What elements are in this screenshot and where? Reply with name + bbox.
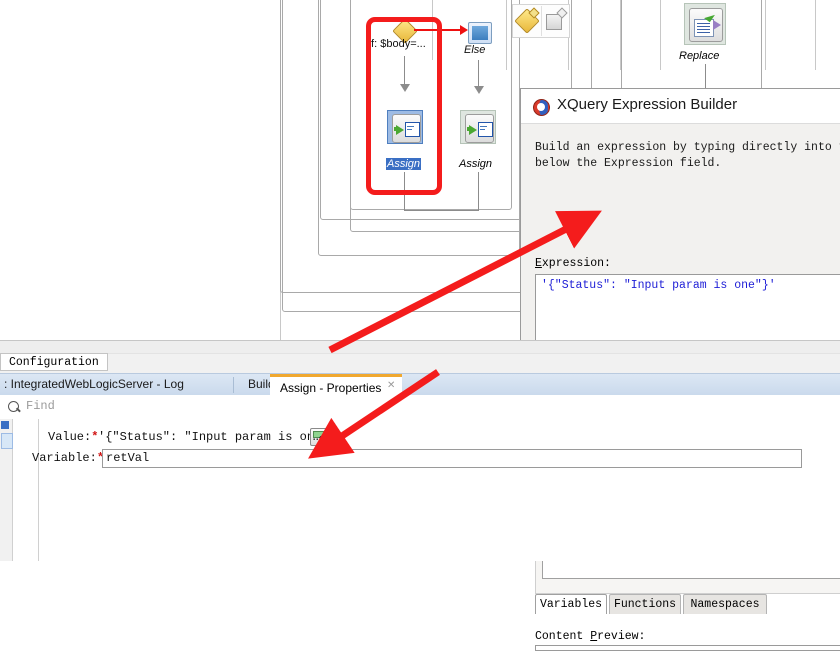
tab-variables[interactable]: Variables — [535, 594, 607, 614]
close-icon[interactable]: ✕ — [387, 381, 396, 391]
assign-activity-other[interactable] — [460, 110, 496, 144]
bottom-dock-panel: Configuration : IntegratedWebLogicServer… — [0, 340, 840, 561]
connector-line — [705, 64, 706, 88]
expression-label: Expression: — [535, 257, 611, 270]
palette-case-button[interactable] — [542, 5, 569, 35]
content-preview-box — [535, 645, 840, 651]
value-label: Value:* — [48, 430, 99, 444]
connector-arrowhead — [474, 86, 484, 94]
dock-tab-assign-properties[interactable]: Assign - Properties ✕ — [270, 374, 402, 396]
tab-configuration[interactable]: Configuration — [0, 353, 108, 371]
replace-activity-node[interactable] — [684, 3, 726, 45]
dock-tab-weblogic-log[interactable]: : IntegratedWebLogicServer - Log — [4, 374, 234, 396]
swimlane-rule — [815, 0, 816, 70]
green-arrow-icon — [469, 125, 477, 135]
palette-switch-button[interactable] — [513, 5, 540, 35]
expression-value: '{"Status": "Input param is one"}' — [541, 279, 776, 292]
value-field-text[interactable]: '{"Status": "Input param is one"}' — [98, 430, 343, 444]
variable-input[interactable]: retVal — [102, 449, 802, 468]
dialog-description-line2: below the Expression field. — [535, 157, 722, 170]
assign-other-label: Assign — [459, 158, 493, 170]
variable-label: Variable:* — [32, 451, 105, 465]
search-input[interactable]: Find — [26, 399, 55, 413]
if-else-arrowhead — [460, 25, 468, 35]
palette-toolbar[interactable] — [512, 4, 570, 38]
dock-tab-label: : IntegratedWebLogicServer - Log — [4, 377, 184, 391]
replace-node-label: Replace — [679, 50, 720, 62]
panel-divider — [38, 419, 39, 561]
target-field-icon — [478, 122, 493, 137]
configuration-strip — [0, 341, 840, 354]
expression-builder-icon[interactable]: ▪▪▪ fx — [310, 428, 327, 446]
tab-separator — [233, 377, 234, 393]
assign-properties-form: Value:* '{"Status": "Input param is one"… — [0, 419, 840, 561]
chevron-down-icon[interactable] — [330, 433, 340, 438]
document-icon — [694, 19, 714, 37]
highlight-rectangle — [366, 17, 442, 195]
tab-functions[interactable]: Functions — [609, 594, 681, 614]
dialog-titlebar: XQuery Expression Builder — [521, 89, 840, 124]
oracle-jdeveloper-icon — [533, 99, 550, 116]
purple-arrow-icon — [713, 20, 721, 30]
content-preview-label: Content Preview: — [535, 630, 646, 643]
fx-separator — [327, 428, 328, 444]
find-toolbar[interactable]: Find — [0, 395, 840, 420]
fx-label: fx — [319, 435, 327, 444]
swimlane-rule — [765, 0, 766, 70]
assign-activity-icon — [465, 114, 494, 143]
rail-marker-icon — [1, 421, 9, 429]
replace-activity-icon — [689, 8, 723, 42]
else-node-label: Else — [464, 44, 486, 56]
dock-tab-bar[interactable]: : IntegratedWebLogicServer - Log Build -… — [0, 373, 840, 396]
dialog-description-line1: Build an expression by typing directly i… — [535, 141, 840, 154]
search-icon — [8, 401, 19, 412]
rail-tab-icon[interactable] — [1, 433, 13, 449]
properties-left-rail[interactable] — [0, 419, 13, 561]
dialog-title: XQuery Expression Builder — [557, 96, 738, 113]
dock-tab-label: Assign - Properties — [280, 381, 382, 395]
else-branch-icon[interactable] — [468, 22, 492, 44]
connector-line — [478, 172, 479, 210]
tab-namespaces[interactable]: Namespaces — [683, 594, 767, 614]
connector-line — [404, 210, 479, 211]
